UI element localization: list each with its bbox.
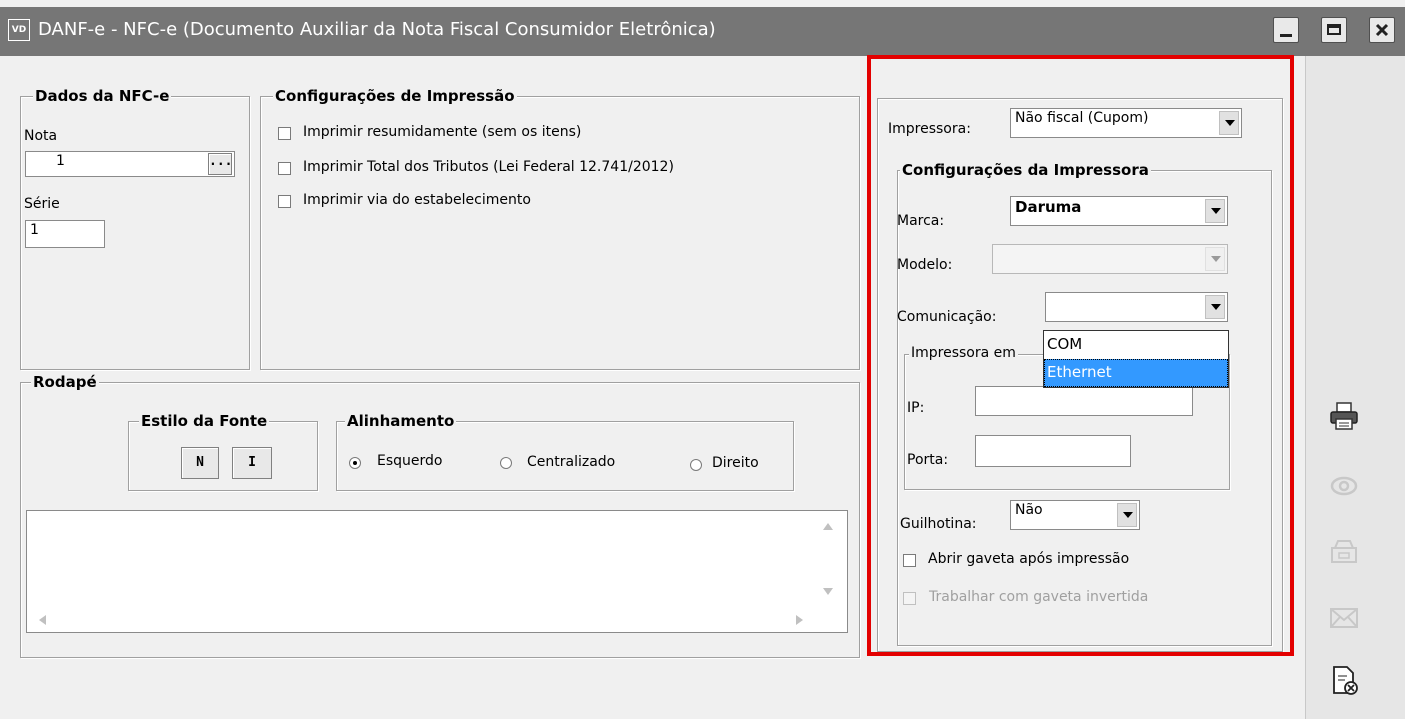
- italic-button[interactable]: I: [232, 447, 272, 479]
- nota-lookup-button[interactable]: ...: [208, 153, 232, 175]
- printer-icon[interactable]: [1328, 400, 1360, 432]
- rodape-textarea[interactable]: [26, 510, 848, 633]
- chevron-down-icon: [1205, 199, 1225, 223]
- serie-field[interactable]: 1: [25, 220, 105, 248]
- close-document-icon[interactable]: [1328, 664, 1360, 696]
- comunicacao-label: Comunicação:: [897, 309, 997, 325]
- estilo-fonte-group: Estilo da Fonte: [128, 412, 318, 491]
- guilhotina-value: Não: [1015, 502, 1043, 518]
- guilhotina-label: Guilhotina:: [900, 516, 977, 532]
- envelope-icon[interactable]: [1328, 602, 1360, 634]
- chevron-down-icon: [1205, 295, 1225, 319]
- gaveta-invertida-label: Trabalhar com gaveta invertida: [929, 589, 1149, 605]
- impressao-legend: Configurações de Impressão: [273, 87, 517, 105]
- esquerdo-label: Esquerdo: [377, 453, 443, 469]
- abrir-gaveta-checkbox[interactable]: [903, 554, 916, 567]
- config-impressora-legend: Configurações da Impressora: [900, 161, 1151, 179]
- centralizado-radio[interactable]: [500, 457, 512, 469]
- alinhamento-legend: Alinhamento: [345, 412, 457, 430]
- esquerdo-radio[interactable]: [349, 457, 361, 469]
- impressora-value: Não fiscal (Cupom): [1015, 110, 1149, 126]
- comunicacao-dropdown[interactable]: COM Ethernet: [1043, 330, 1229, 388]
- bold-button[interactable]: N: [181, 447, 219, 479]
- scroll-left-icon[interactable]: [37, 614, 47, 626]
- marca-select[interactable]: Daruma: [1010, 196, 1228, 226]
- marca-label: Marca:: [897, 213, 945, 229]
- rede-legend: Impressora em: [909, 345, 1018, 361]
- dropdown-option-ethernet[interactable]: Ethernet: [1044, 359, 1228, 387]
- comunicacao-select[interactable]: [1045, 292, 1228, 322]
- window-title: DANF-e - NFC-e (Documento Auxiliar da No…: [38, 19, 716, 40]
- dropdown-option-com[interactable]: COM: [1044, 331, 1228, 359]
- tributos-label: Imprimir Total dos Tributos (Lei Federal…: [303, 159, 674, 175]
- impressora-label: Impressora:: [888, 121, 971, 137]
- rodape-legend: Rodapé: [31, 373, 99, 391]
- nota-label: Nota: [24, 128, 58, 144]
- marca-value: Daruma: [1015, 198, 1082, 216]
- maximize-icon[interactable]: [1321, 17, 1347, 43]
- ip-label: IP:: [907, 400, 925, 416]
- scroll-right-icon[interactable]: [795, 614, 805, 626]
- direito-radio[interactable]: [690, 459, 702, 471]
- chevron-down-icon: [1205, 247, 1225, 271]
- impressora-select[interactable]: Não fiscal (Cupom): [1010, 108, 1242, 138]
- dados-legend: Dados da NFC-e: [33, 87, 172, 105]
- direito-label: Direito: [712, 455, 759, 471]
- ip-field[interactable]: [975, 386, 1193, 416]
- resumido-label: Imprimir resumidamente (sem os itens): [303, 124, 582, 140]
- title-bar: VD DANF-e - NFC-e (Documento Auxiliar da…: [0, 7, 1405, 56]
- close-icon[interactable]: [1369, 17, 1395, 43]
- via-estabelecimento-checkbox[interactable]: [278, 195, 291, 208]
- porta-field[interactable]: [975, 435, 1131, 467]
- eye-icon[interactable]: [1328, 470, 1360, 502]
- chevron-down-icon: [1117, 503, 1137, 527]
- scroll-down-icon[interactable]: [822, 587, 834, 597]
- abrir-gaveta-label: Abrir gaveta após impressão: [928, 551, 1130, 567]
- via-estabelecimento-label: Imprimir via do estabelecimento: [303, 192, 531, 208]
- modelo-label: Modelo:: [897, 257, 953, 273]
- app-icon: VD: [8, 19, 30, 41]
- minimize-icon[interactable]: [1273, 17, 1299, 43]
- estilo-fonte-legend: Estilo da Fonte: [139, 412, 270, 430]
- serie-label: Série: [24, 196, 60, 212]
- porta-label: Porta:: [907, 452, 949, 468]
- resumido-checkbox[interactable]: [278, 127, 291, 140]
- modelo-select[interactable]: [992, 244, 1228, 274]
- chevron-down-icon: [1219, 111, 1239, 135]
- cash-drawer-icon[interactable]: [1328, 536, 1360, 568]
- scroll-up-icon[interactable]: [822, 521, 834, 531]
- gaveta-invertida-checkbox[interactable]: [903, 592, 916, 605]
- centralizado-label: Centralizado: [527, 454, 616, 470]
- nota-value: 1: [56, 153, 65, 169]
- nota-field[interactable]: 1: [25, 151, 235, 177]
- guilhotina-select[interactable]: Não: [1010, 500, 1140, 530]
- tributos-checkbox[interactable]: [278, 162, 291, 175]
